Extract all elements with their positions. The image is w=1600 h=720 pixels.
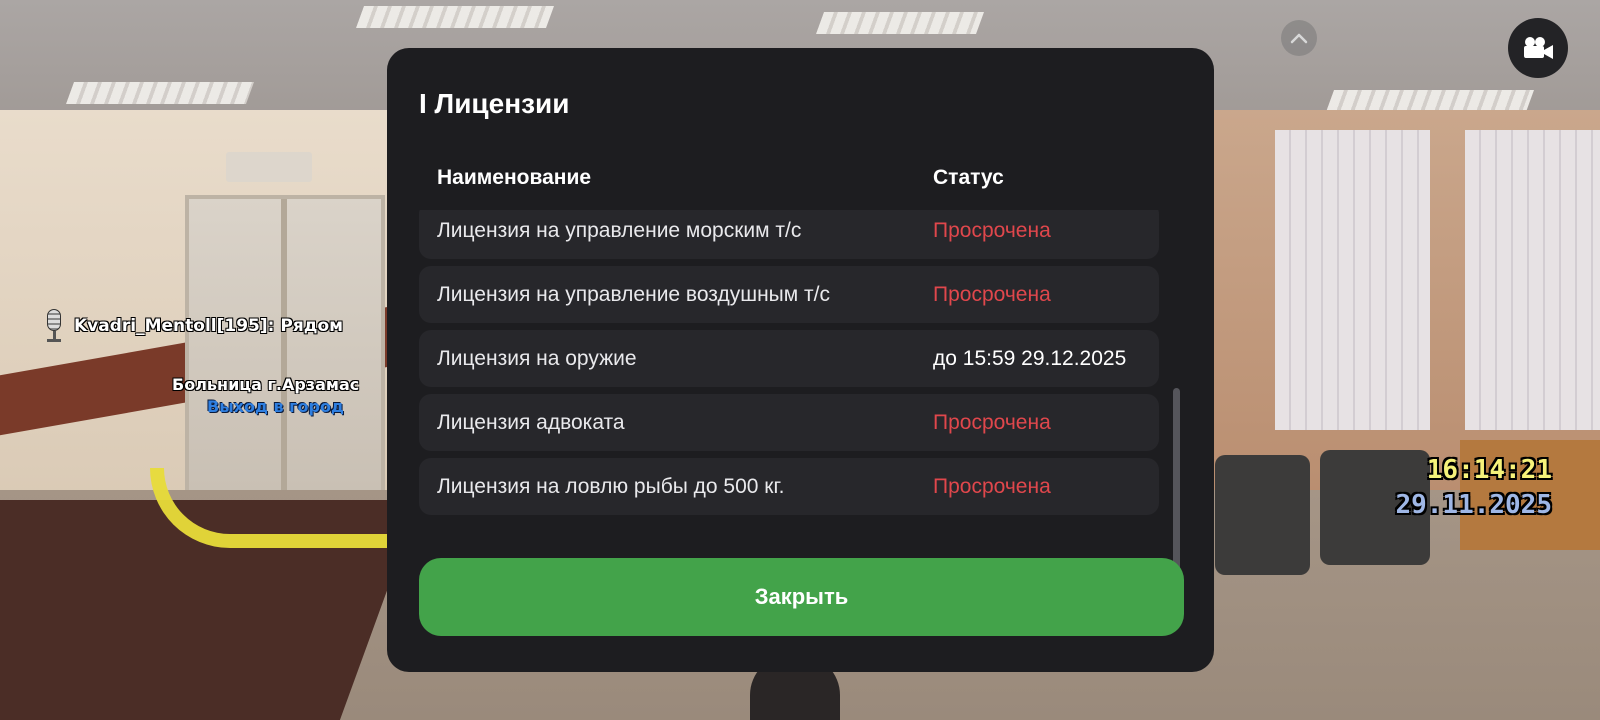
air-conditioner [226, 152, 312, 182]
license-status: Просрочена [933, 474, 1051, 498]
video-camera-icon [1524, 37, 1553, 59]
location-label: Больница г.Арзамас [172, 375, 360, 394]
clock-date: 29.11.2025 [1395, 490, 1552, 520]
close-button[interactable]: Закрыть [419, 558, 1184, 636]
column-header-status: Статус [933, 166, 1004, 189]
microphone-icon [44, 309, 64, 343]
door [185, 195, 385, 495]
bench [1215, 455, 1310, 575]
yellow-barrier [150, 468, 400, 548]
table-row: Лицензия на управление морским т/с Проср… [419, 210, 1159, 259]
scrollbar-thumb[interactable] [1173, 388, 1180, 576]
player-voice-label: Kvadri_Mentoll[195]: Рядом [44, 309, 344, 343]
license-status: Просрочена [933, 410, 1051, 434]
license-status: до 15:59 29.12.2025 [933, 346, 1127, 370]
scrollbar[interactable] [1173, 218, 1180, 576]
ceiling-light [355, 6, 555, 28]
clock-time: 16:14:21 [1426, 455, 1552, 485]
table-row: Лицензия адвоката Просрочена [419, 394, 1159, 451]
license-status: Просрочена [933, 282, 1051, 306]
table-header: Наименование Статус [437, 166, 1137, 196]
player-name: Kvadri_Mentoll[195]: Рядом [74, 316, 344, 336]
license-name: Лицензия адвоката [437, 410, 625, 434]
license-status: Просрочена [933, 218, 1051, 242]
ceiling-light [815, 12, 985, 34]
chevron-up-icon [1290, 33, 1308, 44]
window-blinds [1465, 130, 1600, 430]
dialog-title: I Лицензии [419, 88, 570, 119]
window-blinds [1275, 130, 1430, 430]
ceiling-light [65, 82, 255, 104]
camera-button[interactable] [1508, 18, 1568, 78]
license-name: Лицензия на управление морским т/с [437, 218, 802, 242]
licenses-list[interactable]: Лицензия на управление морским т/с Проср… [419, 210, 1159, 570]
license-name: Лицензия на оружие [437, 346, 637, 370]
collapse-button[interactable] [1281, 20, 1317, 56]
license-name: Лицензия на управление воздушным т/с [437, 282, 830, 306]
column-header-name: Наименование [437, 166, 592, 189]
exit-label: Выход в город [207, 397, 344, 416]
table-row: Лицензия на ловлю рыбы до 500 кг. Просро… [419, 458, 1159, 515]
ceiling-light [1325, 90, 1535, 112]
licenses-dialog: I Лицензии Наименование Статус Лицензия … [387, 48, 1214, 672]
table-row: Лицензия на управление воздушным т/с Про… [419, 266, 1159, 323]
license-name: Лицензия на ловлю рыбы до 500 кг. [437, 474, 785, 498]
table-row: Лицензия на оружие до 15:59 29.12.2025 [419, 330, 1159, 387]
